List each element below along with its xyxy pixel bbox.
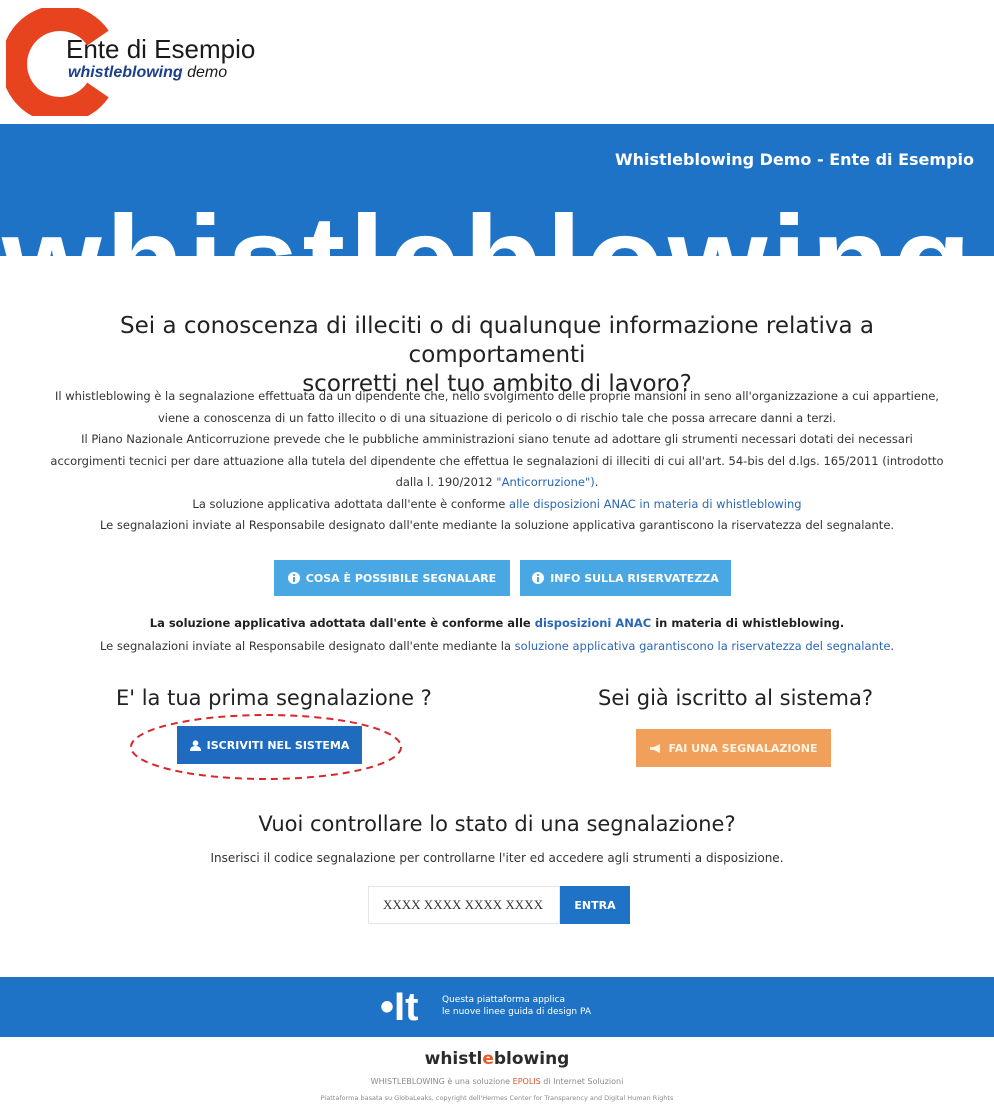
intro-line: accorgimenti tecnici per dare attuazione… (50, 453, 944, 468)
org-name: Ente di Esempio (66, 34, 256, 64)
what-to-report-button[interactable]: COSA È POSSIBILE SEGNALARE (274, 560, 510, 596)
compliance-notice: La soluzione applicativa adottata dall'e… (30, 612, 964, 658)
anticorruzione-link[interactable]: "Anticorruzione") (496, 475, 594, 489)
enter-button[interactable]: ENTRA (560, 886, 630, 924)
info-circle-icon (287, 572, 300, 584)
confidentiality-text: Le segnalazioni inviate al Responsabile … (99, 639, 515, 653)
make-report-label: FAI UNA SEGNALAZIONE (668, 741, 818, 755)
what-to-report-label: COSA È POSSIBILE SEGNALARE (305, 571, 497, 585)
compliance-text: La soluzione applicativa adottata dall'e… (149, 616, 535, 630)
banner-title: Whistleblowing Demo - Ente di Esempio (614, 150, 974, 169)
anac-provisions-link[interactable]: disposizioni ANAC (535, 616, 651, 630)
register-button[interactable]: ISCRIVITI NEL SISTEMA (177, 726, 362, 764)
footer-brand-part: whistl (424, 1049, 483, 1069)
org-subtitle: whistleblowing demo (68, 64, 227, 82)
intro-line: Il whistleblowing è la segnalazione effe… (55, 389, 939, 403)
megaphone-icon (650, 743, 661, 753)
intro-text: dalla l. 190/2012 (395, 475, 497, 489)
footer-credits-text: di Internet Soluzioni (540, 1077, 624, 1086)
footer-brand-part: blowing (493, 1049, 570, 1069)
footer-credits-epolis: EPOLIS (512, 1077, 541, 1086)
register-label: ISCRIVITI NEL SISTEMA (206, 738, 350, 752)
intro-line: Le segnalazioni inviate al Responsabile … (99, 518, 895, 532)
privacy-info-label: INFO SULLA RISERVATEZZA (550, 571, 719, 585)
check-status-heading: Vuoi controllare lo stato di una segnala… (258, 812, 736, 836)
intro-heading-line1: Sei a conoscenza di illeciti o di qualun… (120, 313, 874, 368)
compliance-line: La soluzione applicativa adottata dall'e… (30, 612, 964, 635)
make-report-button[interactable]: FAI UNA SEGNALAZIONE (636, 729, 831, 767)
footer-brand: whistleblowing (0, 1049, 994, 1069)
intro-line: dalla l. 190/2012 "Anticorruzione"). (30, 472, 964, 494)
intro-line: viene a conoscenza di un fatto illecito … (157, 410, 837, 425)
confidentiality-line: Le segnalazioni inviate al Responsabile … (30, 635, 964, 658)
check-status-instructions: Inserisci il codice segnalazione per con… (210, 851, 784, 865)
footer-credits-text: WHISTLEBLOWING è una soluzione (370, 1077, 513, 1086)
footer-brand-dot: e (482, 1049, 494, 1069)
intro-line: Il Piano Nazionale Anticorruzione preved… (81, 432, 913, 446)
intro-paragraph: Il whistleblowing è la segnalazione effe… (30, 386, 964, 537)
intro-line: La soluzione applicativa adottata dall'e… (30, 494, 964, 516)
compliance-text: in materia di whistleblowing. (651, 616, 845, 630)
report-code-input[interactable] (368, 886, 560, 924)
footer-copyright: Piattaforma basata su GlobaLeaks, copyri… (320, 1094, 674, 1102)
org-subtitle-rest: demo (187, 64, 228, 81)
design-italia-logo: •It (380, 985, 419, 1029)
design-guidelines-note: Questa piattaforma applica le nuove line… (442, 995, 591, 1017)
anac-link[interactable]: alle disposizioni ANAC in materia di whi… (509, 497, 802, 511)
org-subtitle-brand: whistleblowing (68, 64, 183, 81)
already-registered-heading: Sei già iscritto al sistema? (598, 686, 873, 710)
privacy-info-button[interactable]: INFO SULLA RISERVATEZZA (520, 560, 731, 596)
hero-banner: Whistleblowing Demo - Ente di Esempio wh… (0, 124, 994, 256)
intro-text: La soluzione applicativa adottata dall'e… (192, 496, 510, 511)
confidentiality-text: . (890, 639, 895, 653)
info-circle-icon (532, 572, 545, 584)
banner-wordmark: whistleblowing (2, 198, 975, 257)
user-icon (189, 739, 201, 751)
footer-credits: WHISTLEBLOWING è una soluzione EPOLIS di… (0, 1077, 994, 1086)
confidentiality-link[interactable]: soluzione applicativa garantiscono la ri… (515, 639, 891, 653)
intro-text: . (594, 475, 599, 489)
first-report-heading: E' la tua prima segnalazione ? (116, 686, 432, 710)
